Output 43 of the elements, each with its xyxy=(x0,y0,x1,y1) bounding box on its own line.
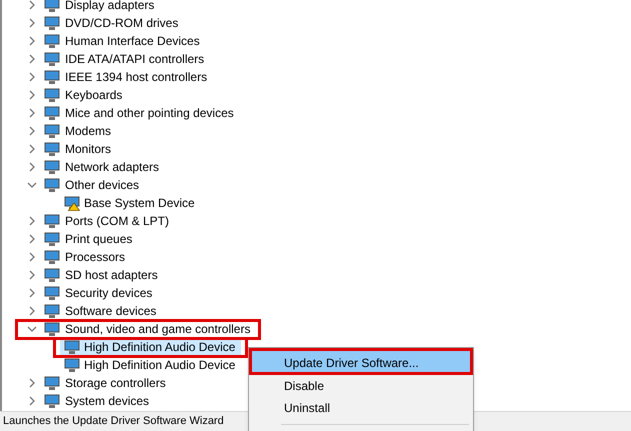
tree-item[interactable]: System devices xyxy=(65,392,150,410)
tree-item[interactable]: Keyboards xyxy=(65,86,122,104)
tree-item[interactable]: Monitors xyxy=(65,140,112,158)
device-icon xyxy=(44,141,60,157)
device-icon xyxy=(44,0,60,13)
device-icon xyxy=(44,15,60,31)
device-icon xyxy=(44,87,60,103)
tree-item[interactable]: Processors xyxy=(65,248,126,266)
tree-item[interactable]: High Definition Audio Device xyxy=(60,356,242,374)
tree-item[interactable]: Sound, video and game controllers xyxy=(65,320,250,338)
device-icon xyxy=(44,267,60,283)
device-icon xyxy=(44,303,60,319)
tree-item[interactable]: Other devices xyxy=(65,176,140,194)
device-icon xyxy=(44,33,60,49)
device-icon xyxy=(44,51,60,67)
tree-item[interactable]: Security devices xyxy=(65,284,152,302)
device-icon xyxy=(44,249,60,265)
device-icon xyxy=(44,375,60,391)
tree-item[interactable]: Mice and other pointing devices xyxy=(65,104,234,122)
tree-item[interactable]: Print queues xyxy=(65,230,132,248)
tree-item[interactable]: DVD/CD-ROM drives xyxy=(65,14,178,32)
device-icon xyxy=(44,69,60,85)
tree-item[interactable]: Ports (COM & LPT) xyxy=(65,212,170,230)
tree-item[interactable]: Software devices xyxy=(65,302,156,320)
tree-item[interactable]: Network adapters xyxy=(65,158,160,176)
device-icon xyxy=(44,105,60,121)
tree-item[interactable]: Human Interface Devices xyxy=(65,32,200,50)
device-icon xyxy=(44,123,60,139)
tree-item[interactable]: Storage controllers xyxy=(65,374,166,392)
device-icon xyxy=(44,231,60,247)
tree-item[interactable]: SD host adapters xyxy=(65,266,158,284)
device-icon xyxy=(44,159,60,175)
tree-item[interactable]: IDE ATA/ATAPI controllers xyxy=(65,50,204,68)
tree-item[interactable]: IEEE 1394 host controllers xyxy=(65,68,208,86)
tree-item[interactable]: Display adapters xyxy=(65,0,154,14)
device-icon xyxy=(44,285,60,301)
device-icon xyxy=(44,393,60,409)
menu-item[interactable]: Disable xyxy=(251,375,471,397)
device-icon xyxy=(44,213,60,229)
device-icon xyxy=(44,321,60,337)
device-icon xyxy=(44,177,60,193)
tree-item[interactable]: Base System Device xyxy=(60,194,201,212)
tree-item[interactable]: Modems xyxy=(65,122,112,140)
